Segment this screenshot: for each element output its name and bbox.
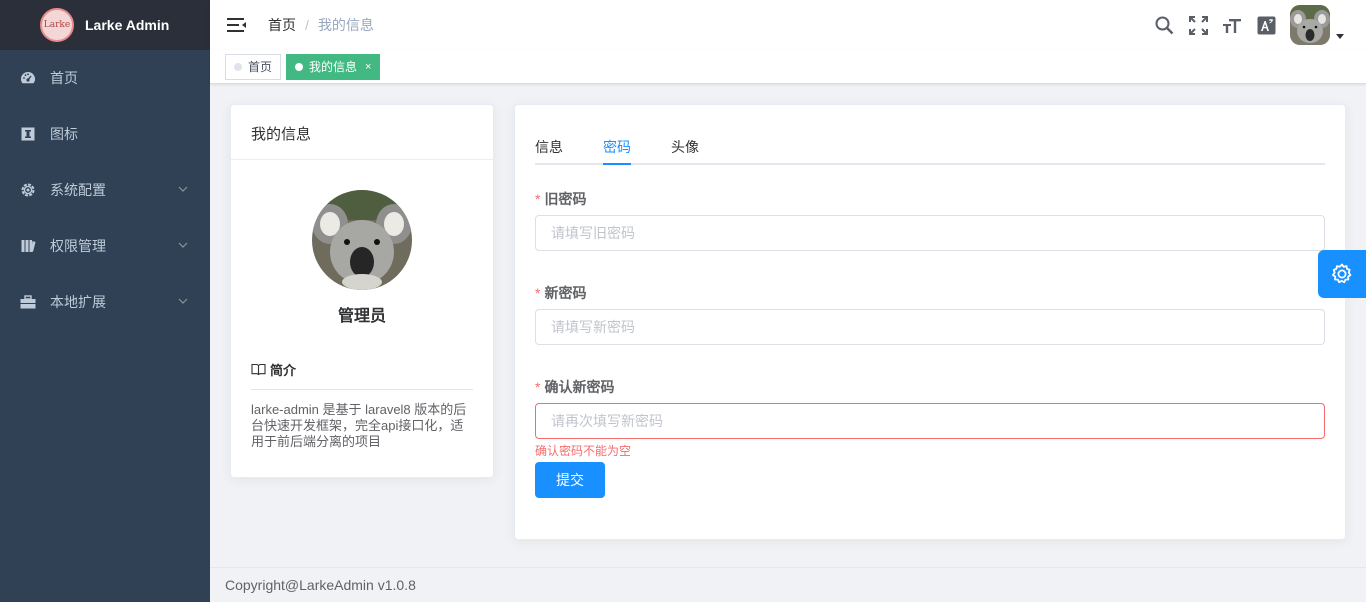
hamburger-icon[interactable] — [227, 17, 247, 33]
footer: Copyright@LarkeAdmin v1.0.8 — [210, 567, 1366, 602]
sidebar-item-system-config[interactable]: 系统配置 — [0, 162, 210, 218]
required-mark: * — [535, 191, 541, 207]
sidebar: Larke Larke Admin 首页 图标 系统配置 权限管理 本地扩展 — [0, 0, 210, 602]
tab-active-bar — [603, 163, 631, 165]
settings-button[interactable] — [1318, 250, 1366, 298]
required-mark: * — [535, 379, 541, 395]
tag-label: 我的信息 — [309, 60, 358, 74]
dot-icon — [295, 62, 304, 71]
gear-icon — [20, 182, 36, 198]
chevron-down-icon — [178, 298, 188, 304]
profile-card: 我的信息 管理员 简介 larke-admin 是基于 laravel8 版本的… — [230, 104, 494, 478]
sidebar-item-label: 图标 — [50, 126, 78, 142]
confirm-password-input[interactable] — [535, 403, 1325, 439]
font-size-icon[interactable] — [1222, 15, 1242, 35]
profile-avatar — [312, 190, 412, 290]
intro-heading: 简介 — [251, 360, 473, 390]
label-text: 新密码 — [544, 285, 587, 301]
tag-my-info[interactable]: 我的信息 × — [286, 53, 381, 80]
fullscreen-icon[interactable] — [1188, 15, 1208, 35]
new-password-input[interactable] — [535, 309, 1325, 345]
sidebar-item-label: 首页 — [50, 70, 78, 86]
breadcrumb-current: 我的信息 — [317, 17, 374, 33]
profile-card-title: 我的信息 — [231, 105, 493, 160]
sidebar-item-label: 系统配置 — [50, 182, 106, 198]
breadcrumb-home[interactable]: 首页 — [268, 15, 296, 35]
search-icon[interactable] — [1154, 15, 1174, 35]
gear-icon — [1332, 263, 1352, 284]
tags-view: 首页 我的信息 × — [210, 50, 1366, 84]
password-form-card: 信息 密码 头像 * 旧密码 * 新密码 * 确认新密码 确认密码不能为空 提交 — [514, 104, 1346, 540]
sidebar-item-local-extensions[interactable]: 本地扩展 — [0, 274, 210, 330]
translate-icon[interactable] — [1256, 15, 1276, 35]
confirm-password-error: 确认密码不能为空 — [535, 444, 632, 458]
tag-home[interactable]: 首页 — [225, 53, 282, 80]
logo-text: Larke — [43, 20, 71, 30]
submit-button[interactable]: 提交 — [535, 462, 605, 498]
toolbox-icon — [20, 294, 36, 310]
sidebar-item-permissions[interactable]: 权限管理 — [0, 218, 210, 274]
app-title: Larke Admin — [85, 17, 170, 33]
new-password-label: * 新密码 — [535, 283, 586, 303]
caret-down-icon[interactable] — [1336, 33, 1344, 39]
sidebar-item-home[interactable]: 首页 — [0, 50, 210, 106]
close-icon[interactable]: × — [365, 61, 371, 73]
old-password-input[interactable] — [535, 215, 1325, 251]
sidebar-item-icons[interactable]: 图标 — [0, 106, 210, 162]
logo-bar[interactable]: Larke Larke Admin — [0, 0, 210, 50]
intro-title: 简介 — [270, 363, 297, 378]
tabs: 信息 密码 头像 — [535, 135, 1325, 165]
user-avatar[interactable] — [1290, 5, 1330, 45]
tab-info[interactable]: 信息 — [535, 137, 563, 157]
sidebar-item-label: 本地扩展 — [50, 294, 106, 310]
book-icon — [251, 363, 266, 376]
breadcrumb: 首页 / 我的信息 — [268, 15, 374, 35]
dashboard-icon — [20, 70, 36, 86]
app-logo: Larke — [40, 8, 74, 42]
chevron-down-icon — [178, 242, 188, 248]
profile-name: 管理员 — [337, 308, 386, 325]
sidebar-item-label: 权限管理 — [50, 238, 106, 254]
tab-password[interactable]: 密码 — [603, 137, 631, 157]
breadcrumb-separator: / — [305, 17, 309, 33]
confirm-password-label: * 确认新密码 — [535, 377, 614, 397]
label-text: 旧密码 — [544, 191, 587, 207]
navbar-right-menu — [1140, 0, 1344, 50]
tag-label: 首页 — [248, 60, 273, 74]
info-icon — [20, 126, 36, 142]
intro-text: larke-admin 是基于 laravel8 版本的后台快速开发框架，完全a… — [251, 402, 467, 449]
navbar: 首页 / 我的信息 — [210, 0, 1366, 50]
required-mark: * — [535, 285, 541, 301]
permission-icon — [20, 238, 36, 254]
old-password-label: * 旧密码 — [535, 189, 586, 209]
dot-icon — [234, 62, 242, 71]
label-text: 确认新密码 — [544, 379, 615, 395]
copyright-text: Copyright@LarkeAdmin v1.0.8 — [225, 577, 416, 593]
tab-avatar[interactable]: 头像 — [671, 137, 699, 157]
chevron-down-icon — [178, 186, 188, 192]
